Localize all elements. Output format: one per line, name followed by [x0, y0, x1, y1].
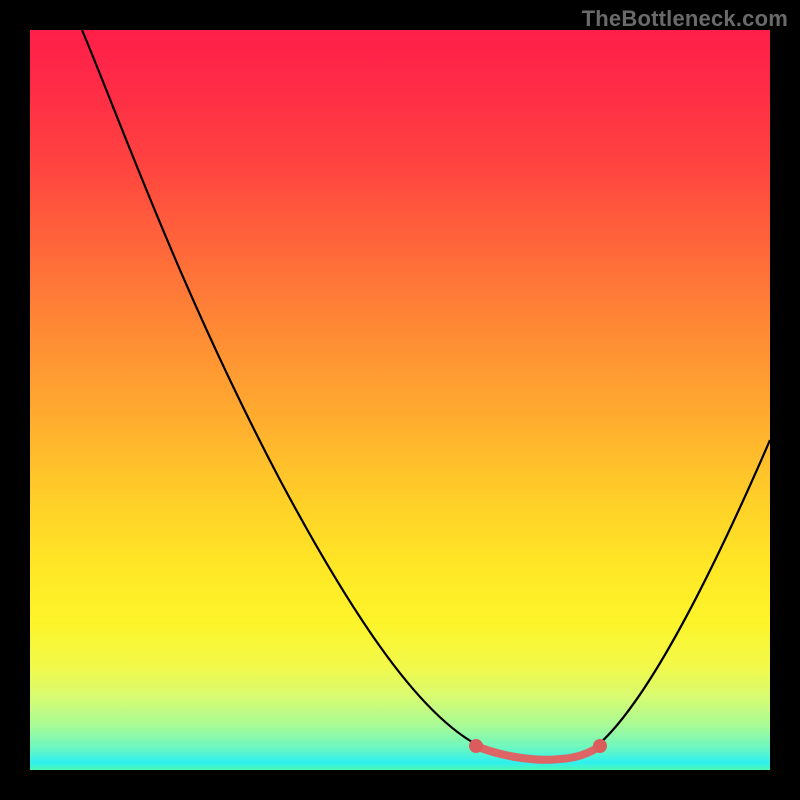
chart-container: TheBottleneck.com — [0, 0, 800, 800]
optimal-end-dot — [593, 739, 607, 753]
plot-area — [30, 30, 770, 770]
watermark-text: TheBottleneck.com — [582, 6, 788, 32]
curve-svg — [30, 30, 770, 770]
optimal-segment — [476, 746, 600, 760]
bottleneck-curve — [82, 30, 770, 761]
optimal-start-dot — [469, 739, 483, 753]
